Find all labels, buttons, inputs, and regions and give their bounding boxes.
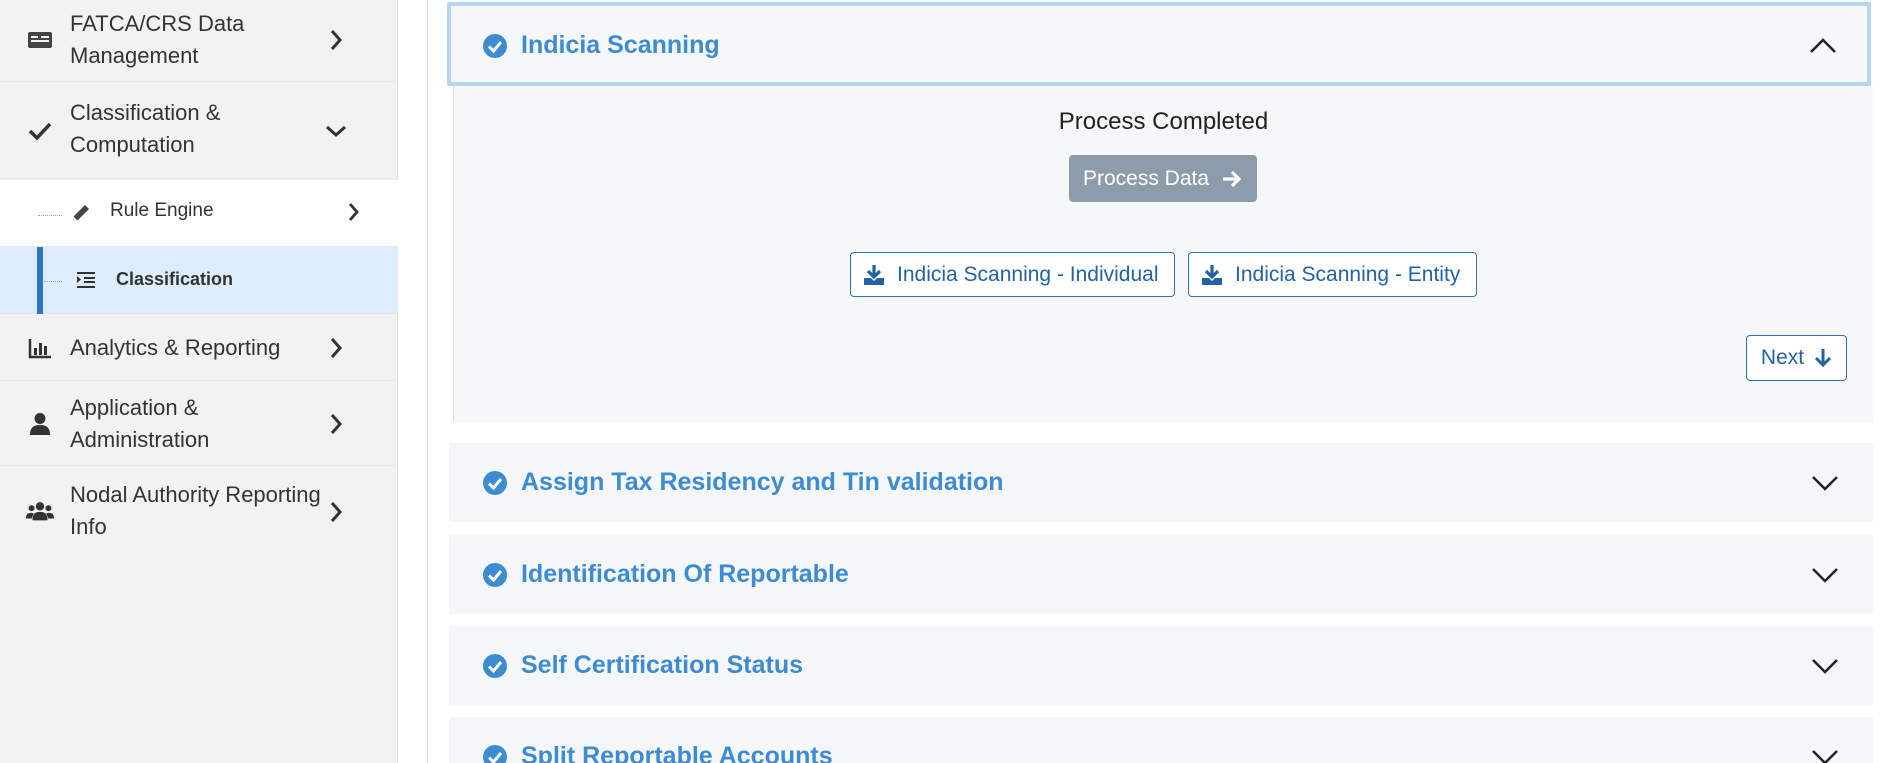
chevron-right-icon [324,412,348,436]
button-label: Process Data [1082,166,1210,190]
accordion-header-self-certification-status[interactable]: Self Certification Status [449,626,1873,705]
accordion-title: Identification Of Reportable [521,560,849,588]
chevron-down-icon[interactable] [1811,566,1839,584]
download-indicia-entity-button[interactable]: Indicia Scanning - Entity [1188,252,1477,297]
check-circle-icon [483,34,507,58]
chevron-right-icon [324,500,348,524]
chevron-down-icon[interactable] [1811,474,1839,492]
download-icon [1202,264,1222,285]
check-icon [26,117,54,145]
button-label: Next [1760,346,1805,369]
process-status: Process Completed [1058,108,1269,135]
sidebar-item-label: Classification & Computation [70,100,221,157]
sidebar-item-nodal-authority-reporting-info[interactable]: Nodal Authority Reporting Info [0,467,398,557]
sidebar-item-label: FATCA/CRS Data Management [70,11,245,68]
sidebar-item-analytics-reporting[interactable]: Analytics & Reporting [0,315,398,381]
sidebar-subitem-label: Classification [116,269,234,289]
bar-chart-icon [26,334,54,362]
user-icon [26,410,54,438]
sidebar-item-classification-computation[interactable]: Classification & Computation [0,83,398,179]
accordion-title: Indicia Scanning [521,31,720,59]
download-indicia-individual-button[interactable]: Indicia Scanning - Individual [850,252,1175,297]
sidebar-item-label: Application & Administration [70,395,210,452]
arrow-right-icon [1223,170,1242,187]
check-circle-icon [483,471,507,495]
sidebar-item-fatca-crs-data-management[interactable]: FATCA/CRS Data Management [0,0,398,82]
check-circle-icon [483,745,507,763]
active-indicator [37,247,43,314]
check-circle-icon [483,654,507,678]
chevron-right-icon [324,28,348,52]
sidebar-subitem-label: Rule Engine [110,200,214,221]
accordion-header-assign-tax-residency[interactable]: Assign Tax Residency and Tin validation [449,443,1873,522]
check-circle-icon [483,563,507,587]
chevron-right-icon [348,202,360,227]
arrow-down-icon [1815,349,1832,368]
pencil-icon [70,202,92,224]
sidebar-item-label: Analytics & Reporting [70,335,281,360]
accordion-header-indicia-scanning[interactable]: Indicia Scanning [447,2,1871,86]
accordion-title: Self Certification Status [521,651,803,679]
accordion-header-split-reportable-accounts[interactable]: Split Reportable Accounts [449,717,1873,763]
button-label: Indicia Scanning - Entity [1235,262,1461,286]
sidebar-item-label: Nodal Authority Reporting Info [70,482,321,539]
users-icon [26,497,54,525]
chevron-down-icon[interactable] [1811,657,1839,675]
accordion-title: Assign Tax Residency and Tin validation [521,468,1004,496]
chevron-down-icon [324,119,348,143]
chevron-down-icon[interactable] [1811,748,1839,763]
chevron-right-icon [324,336,348,360]
next-button[interactable]: Next [1746,335,1847,381]
sidebar: FATCA/CRS Data Management Classification… [0,0,398,763]
accordion-header-identification-of-reportable[interactable]: Identification Of Reportable [449,535,1873,614]
chevron-up-icon[interactable] [1809,37,1837,55]
sidebar-item-application-administration[interactable]: Application & Administration [0,382,398,466]
accordion-panel-indicia-scanning: Process Completed Process Data Indicia S… [453,86,1873,422]
accordion-title: Split Reportable Accounts [521,742,833,763]
process-data-button[interactable]: Process Data [1069,155,1257,202]
sidebar-subitem-rule-engine[interactable]: Rule Engine [0,180,398,247]
sidebar-subitem-classification[interactable]: Classification [0,247,398,314]
download-icon [864,264,884,285]
list-indent-icon [76,271,96,291]
id-card-icon [26,26,54,54]
content-divider [427,0,428,763]
button-label: Indicia Scanning - Individual [897,262,1159,286]
